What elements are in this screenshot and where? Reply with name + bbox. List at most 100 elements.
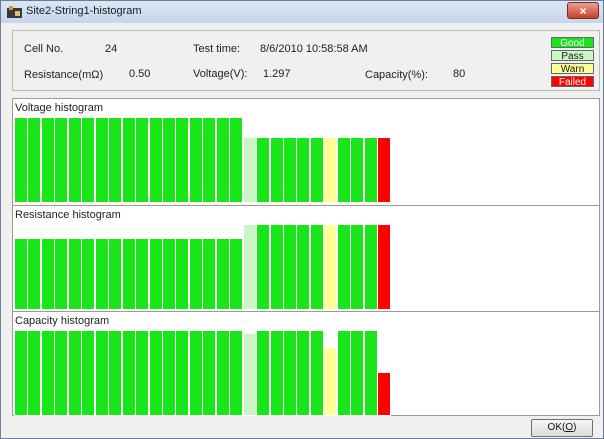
histogram-bar bbox=[67, 117, 82, 203]
histogram-bar bbox=[363, 224, 378, 310]
histogram-bar bbox=[377, 137, 392, 203]
histogram-bar bbox=[81, 117, 96, 203]
capacity-histogram-title: Capacity histogram bbox=[15, 315, 110, 327]
histogram-bar bbox=[188, 330, 203, 416]
histogram-bar bbox=[121, 117, 136, 203]
legend-pass: Pass bbox=[551, 50, 594, 62]
histogram-bar bbox=[215, 238, 230, 310]
histogram-bar bbox=[323, 224, 338, 310]
histogram-bar bbox=[309, 137, 324, 203]
histogram-bar bbox=[269, 137, 284, 203]
histogram-bar bbox=[269, 224, 284, 310]
resistance-value: 0.50 bbox=[129, 68, 151, 80]
histogram-bar bbox=[242, 137, 257, 203]
histogram-bar bbox=[215, 117, 230, 203]
histogram-bar bbox=[323, 347, 338, 416]
histogram-bar bbox=[81, 238, 96, 310]
ok-button-hotkey: O bbox=[565, 422, 574, 433]
window-title: Site2-String1-histogram bbox=[26, 5, 142, 17]
histogram-bar bbox=[336, 137, 351, 203]
close-button[interactable]: × bbox=[567, 2, 599, 19]
histogram-bar bbox=[256, 330, 271, 416]
histogram-bar bbox=[94, 238, 109, 310]
capacity-label: Capacity(%): bbox=[365, 69, 428, 81]
cell-no-label: Cell No. bbox=[24, 43, 64, 55]
histogram-bar bbox=[161, 330, 176, 416]
histogram-bar bbox=[283, 224, 297, 310]
legend-good: Good bbox=[551, 37, 594, 49]
histogram-bar bbox=[363, 330, 378, 416]
voltage-label: Voltage(V): bbox=[193, 68, 248, 80]
ok-button[interactable]: OK(O) bbox=[531, 419, 593, 437]
histogram-bar bbox=[377, 224, 392, 310]
histogram-bar bbox=[336, 330, 351, 416]
histogram-bar bbox=[94, 117, 109, 203]
histogram-bar bbox=[14, 330, 28, 416]
resistance-histogram: Resistance histogram bbox=[13, 206, 599, 311]
histogram-bar bbox=[121, 238, 136, 310]
voltage-histogram-title: Voltage histogram bbox=[15, 102, 104, 114]
histogram-bar bbox=[350, 224, 365, 310]
histogram-bar bbox=[27, 330, 42, 416]
histogram-bar bbox=[108, 117, 123, 203]
histogram-bar bbox=[40, 117, 55, 203]
histogram-bar bbox=[121, 330, 136, 416]
histogram-bar bbox=[27, 117, 42, 203]
histogram-bar bbox=[242, 224, 257, 310]
histogram-bar bbox=[283, 137, 297, 203]
resistance-histogram-title: Resistance histogram bbox=[15, 209, 121, 221]
histogram-bar bbox=[256, 137, 271, 203]
voltage-histogram: Voltage histogram bbox=[13, 99, 599, 204]
ok-button-label-end: ) bbox=[573, 422, 577, 433]
info-panel: Cell No. 24 Test time: 8/6/2010 10:58:58… bbox=[12, 30, 600, 91]
histogram-bar bbox=[81, 330, 96, 416]
histogram-bar bbox=[296, 224, 311, 310]
histogram-bar bbox=[14, 238, 28, 310]
histogram-bar bbox=[377, 372, 392, 416]
ok-button-label: OK( bbox=[547, 422, 566, 433]
cell-no-value: 24 bbox=[105, 43, 118, 55]
histogram-bar bbox=[67, 330, 82, 416]
histogram-bar bbox=[148, 238, 163, 310]
test-time-value: 8/6/2010 10:58:58 AM bbox=[260, 43, 368, 55]
histogram-bar bbox=[54, 117, 69, 203]
histogram-bar bbox=[54, 238, 69, 310]
histogram-bar bbox=[215, 330, 230, 416]
histogram-bar bbox=[175, 330, 190, 416]
histogram-bar bbox=[175, 117, 190, 203]
histogram-bar bbox=[283, 330, 297, 416]
histogram-bar bbox=[135, 117, 150, 203]
capacity-histogram: Capacity histogram bbox=[13, 312, 599, 417]
histogram-bar bbox=[202, 238, 217, 310]
histogram-bar bbox=[309, 224, 324, 310]
histogram-bar bbox=[40, 238, 55, 310]
histogram-bar bbox=[175, 238, 190, 310]
histogram-bar bbox=[27, 238, 42, 310]
legend-warn: Warn bbox=[551, 63, 594, 75]
histogram-bar bbox=[14, 117, 28, 203]
histogram-window: Site2-String1-histogram × Cell No. 24 Te… bbox=[0, 0, 604, 439]
histogram-bar bbox=[67, 238, 82, 310]
histogram-bar bbox=[161, 117, 176, 203]
histogram-bar bbox=[229, 117, 244, 203]
histogram-bar bbox=[256, 224, 271, 310]
histogram-bar bbox=[148, 117, 163, 203]
histogram-bar bbox=[94, 330, 109, 416]
histogram-bar bbox=[296, 137, 311, 203]
histogram-bar bbox=[350, 137, 365, 203]
test-time-label: Test time: bbox=[193, 43, 241, 55]
histogram-bar bbox=[202, 117, 217, 203]
histogram-bar bbox=[161, 238, 176, 310]
legend-failed: Failed bbox=[551, 76, 594, 88]
histogram-bar bbox=[323, 137, 338, 203]
histogram-bar bbox=[148, 330, 163, 416]
histogram-bar bbox=[350, 330, 365, 416]
histogram-bar bbox=[202, 330, 217, 416]
histogram-bar bbox=[296, 330, 311, 416]
histogram-bar bbox=[242, 333, 257, 416]
histogram-bar bbox=[54, 330, 69, 416]
histogram-bar bbox=[363, 137, 378, 203]
histogram-bar bbox=[135, 238, 150, 310]
title-bar[interactable]: Site2-String1-histogram × bbox=[1, 1, 603, 23]
capacity-value: 80 bbox=[453, 68, 466, 80]
